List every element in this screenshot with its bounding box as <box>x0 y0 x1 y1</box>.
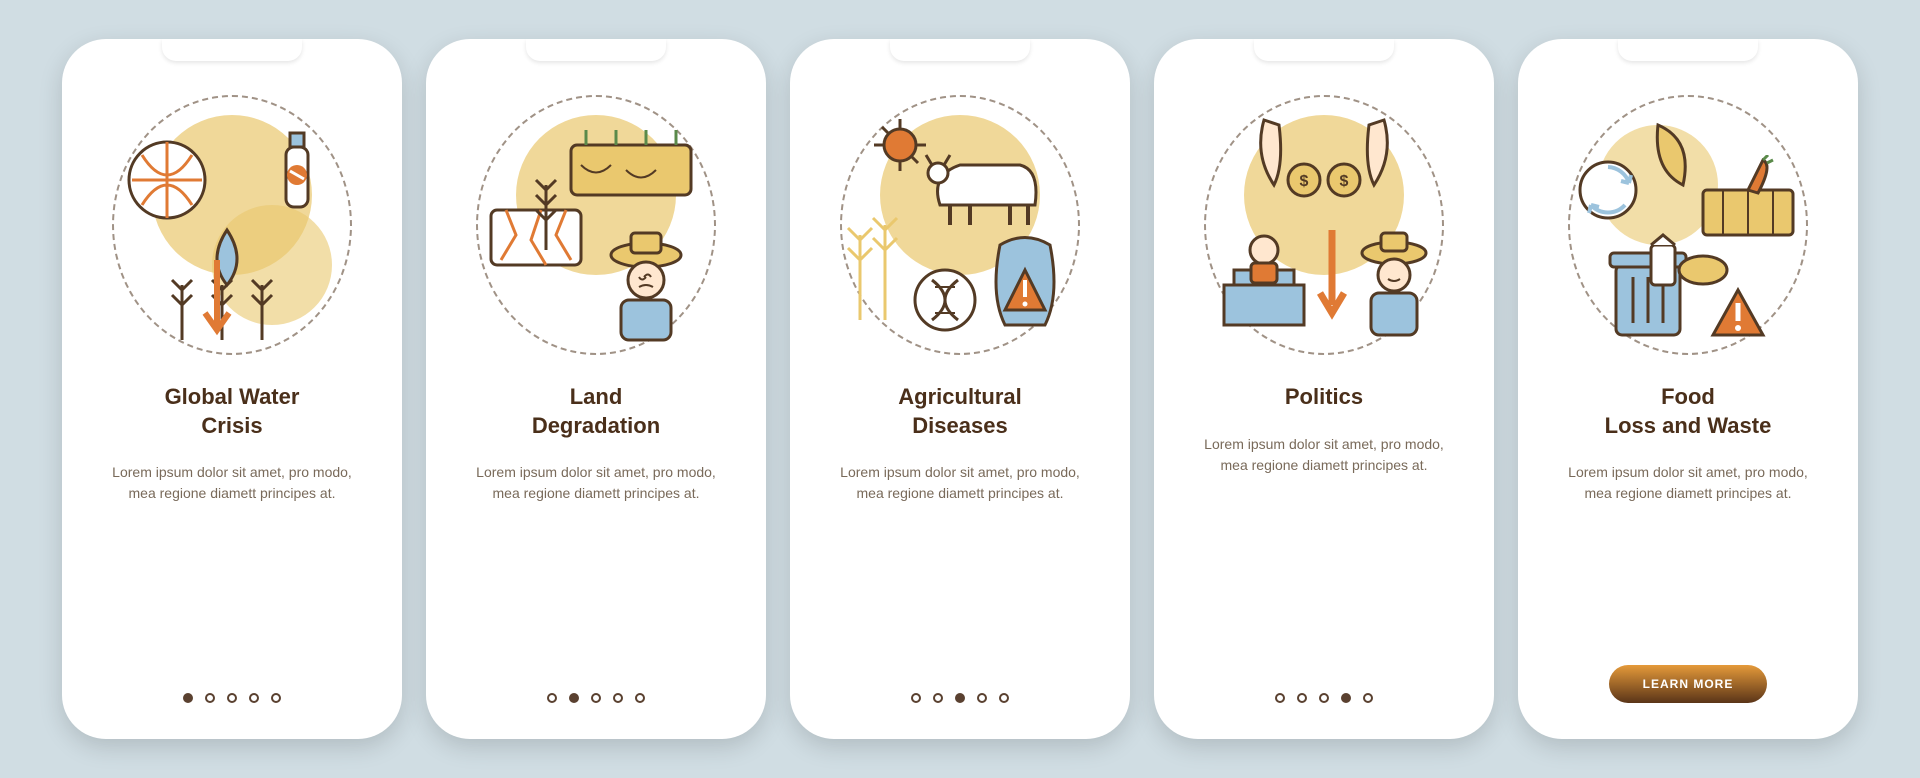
arrow-down-icon <box>197 255 237 345</box>
farmer-icon <box>1349 225 1439 345</box>
farmer-icon <box>596 225 696 345</box>
podium-speaker-icon <box>1209 215 1319 335</box>
dot-3[interactable] <box>1319 693 1329 703</box>
dna-icon <box>910 265 980 335</box>
screen-title: Global Water Crisis <box>165 383 300 440</box>
illustration-land-degradation <box>476 95 716 355</box>
onboarding-screen-water-crisis: Global Water Crisis Lorem ipsum dolor si… <box>62 39 402 739</box>
screen-description: Lorem ipsum dolor sit amet, pro modo, me… <box>102 462 362 504</box>
screen-title: Politics <box>1285 383 1363 412</box>
phone-notch <box>1618 39 1758 61</box>
pagination-dots <box>1275 693 1373 703</box>
wheat-bundle-icon <box>840 195 920 325</box>
dot-2[interactable] <box>569 693 579 703</box>
warning-icon <box>1708 285 1768 340</box>
svg-text:$: $ <box>1300 173 1309 190</box>
bottle-icon <box>272 125 322 215</box>
dot-3[interactable] <box>591 693 601 703</box>
dot-5[interactable] <box>635 693 645 703</box>
milk-bread-icon <box>1643 230 1733 290</box>
dot-1[interactable] <box>911 693 921 703</box>
dot-4[interactable] <box>249 693 259 703</box>
dot-2[interactable] <box>1297 693 1307 703</box>
dot-4[interactable] <box>977 693 987 703</box>
onboarding-screen-politics: $$ Politics Lorem ipsum dolor sit amet, … <box>1154 39 1494 739</box>
globe-icon <box>122 135 212 225</box>
screen-description: Lorem ipsum dolor sit amet, pro modo, me… <box>830 462 1090 504</box>
screen-title: Agricultural Diseases <box>898 383 1021 440</box>
screen-description: Lorem ipsum dolor sit amet, pro modo, me… <box>466 462 726 504</box>
dot-1[interactable] <box>547 693 557 703</box>
dot-3[interactable] <box>955 693 965 703</box>
onboarding-screen-agricultural-diseases: Agricultural Diseases Lorem ipsum dolor … <box>790 39 1130 739</box>
screen-title: Land Degradation <box>532 383 660 440</box>
phone-notch <box>526 39 666 61</box>
phone-notch <box>1254 39 1394 61</box>
dot-5[interactable] <box>271 693 281 703</box>
svg-text:$: $ <box>1340 173 1349 190</box>
phone-notch <box>162 39 302 61</box>
dot-5[interactable] <box>999 693 1009 703</box>
arrow-down-icon <box>1314 225 1350 325</box>
soil-roots-icon <box>566 125 696 205</box>
grain-sack-warning-icon <box>980 225 1070 335</box>
screen-title: Food Loss and Waste <box>1605 383 1772 440</box>
dot-3[interactable] <box>227 693 237 703</box>
dot-4[interactable] <box>613 693 623 703</box>
screen-description: Lorem ipsum dolor sit amet, pro modo, me… <box>1558 462 1818 504</box>
dot-4[interactable] <box>1341 693 1351 703</box>
cow-icon <box>910 135 1050 235</box>
recycle-icon <box>1573 155 1643 225</box>
pagination-dots <box>911 693 1009 703</box>
dot-2[interactable] <box>933 693 943 703</box>
onboarding-screen-land-degradation: Land Degradation Lorem ipsum dolor sit a… <box>426 39 766 739</box>
hands-coins-icon: $$ <box>1244 115 1404 205</box>
illustration-politics: $$ <box>1204 95 1444 355</box>
pagination-dots <box>183 693 281 703</box>
dot-5[interactable] <box>1363 693 1373 703</box>
screen-description: Lorem ipsum dolor sit amet, pro modo, me… <box>1194 434 1454 476</box>
dot-1[interactable] <box>1275 693 1285 703</box>
illustration-water-crisis <box>112 95 352 355</box>
dot-1[interactable] <box>183 693 193 703</box>
phone-notch <box>890 39 1030 61</box>
illustration-agricultural-diseases <box>840 95 1080 355</box>
illustration-food-waste <box>1568 95 1808 355</box>
pagination-dots <box>547 693 645 703</box>
dot-2[interactable] <box>205 693 215 703</box>
onboarding-screen-food-waste: Food Loss and Waste Lorem ipsum dolor si… <box>1518 39 1858 739</box>
wheat-icon <box>526 165 566 255</box>
learn-more-button[interactable]: LEARN MORE <box>1609 665 1768 703</box>
